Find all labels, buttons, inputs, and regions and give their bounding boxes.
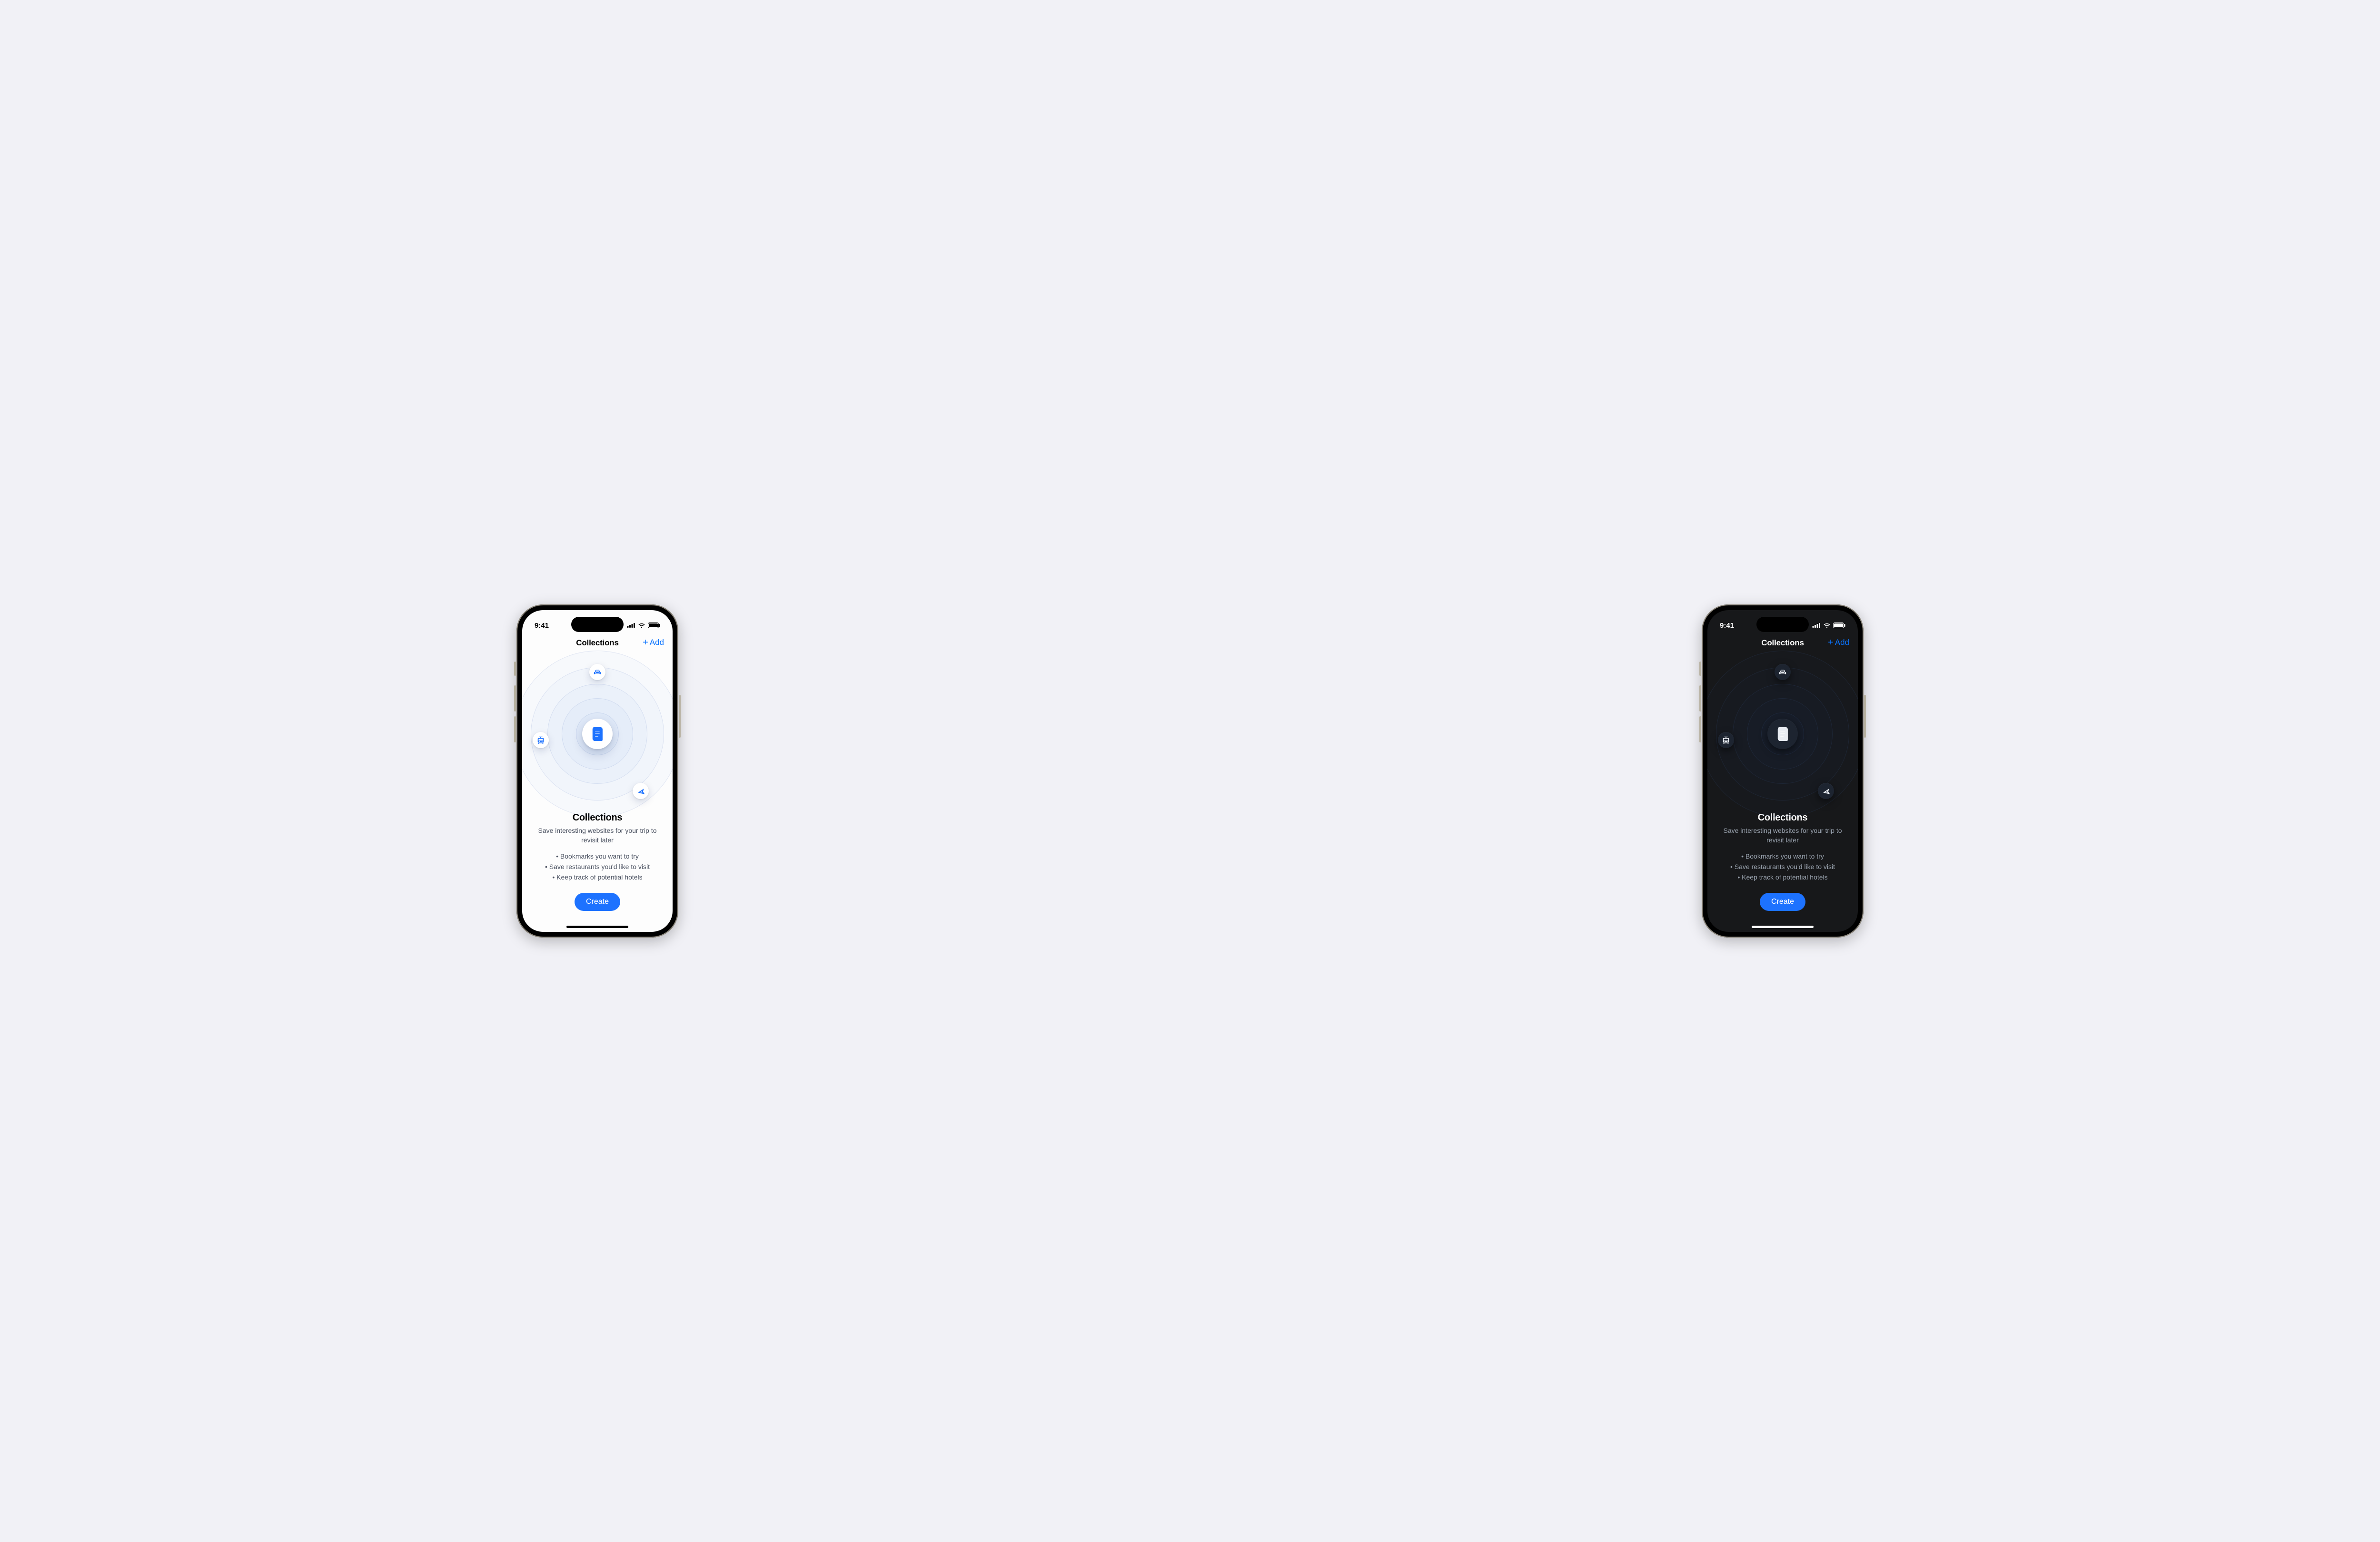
phone-frame-dark: 9:41 Collections + Add — [1702, 604, 1864, 938]
phone-power-button — [679, 695, 681, 738]
home-indicator — [566, 926, 628, 928]
bullet-item: Keep track of potential hotels — [545, 872, 650, 883]
phone-mute-switch — [514, 662, 516, 676]
tram-icon — [533, 732, 549, 748]
radar-illustration — [1707, 655, 1858, 812]
bullet-item: Save restaurants you'd like to visit — [1730, 862, 1835, 872]
nav-title: Collections — [576, 638, 618, 648]
phone-volume-up — [514, 685, 516, 712]
dynamic-island — [571, 617, 624, 632]
feature-bullets: Bookmarks you want to try Save restauran… — [545, 851, 650, 882]
tram-icon — [1718, 732, 1734, 748]
empty-state-content: Collections Save interesting websites fo… — [1707, 812, 1858, 932]
empty-state-content: Collections Save interesting websites fo… — [522, 812, 673, 932]
content-subtitle: Save interesting websites for your trip … — [529, 826, 666, 845]
car-icon — [589, 664, 605, 680]
status-time: 9:41 — [1720, 622, 1734, 630]
status-time: 9:41 — [535, 622, 549, 630]
create-button[interactable]: Create — [1760, 893, 1805, 911]
phone-power-button — [1864, 695, 1866, 738]
add-button-label: Add — [650, 638, 664, 647]
bullet-item: Bookmarks you want to try — [545, 851, 650, 862]
document-icon — [1767, 719, 1798, 749]
phone-volume-down — [1699, 716, 1701, 742]
phone-volume-down — [514, 716, 516, 742]
plus-icon: + — [643, 638, 648, 647]
nav-title: Collections — [1761, 638, 1804, 648]
feature-bullets: Bookmarks you want to try Save restauran… — [1730, 851, 1835, 882]
bullet-item: Keep track of potential hotels — [1730, 872, 1835, 883]
wifi-icon — [638, 623, 645, 628]
battery-icon — [648, 623, 660, 628]
content-subtitle: Save interesting websites for your trip … — [1714, 826, 1851, 845]
dark-mode-panel: 9:41 Collections + Add — [1195, 10, 2370, 1532]
light-mode-panel: 9:41 Collections + Add — [10, 10, 1185, 1532]
document-icon — [582, 719, 613, 749]
plus-icon: + — [1828, 638, 1834, 647]
cellular-icon — [1812, 623, 1821, 628]
phone-mute-switch — [1699, 662, 1701, 676]
add-button-label: Add — [1835, 638, 1849, 647]
phone-frame-light: 9:41 Collections + Add — [516, 604, 678, 938]
home-indicator — [1752, 926, 1814, 928]
phone-volume-up — [1699, 685, 1701, 712]
dynamic-island — [1756, 617, 1809, 632]
plane-icon — [633, 783, 649, 799]
add-button[interactable]: + Add — [643, 638, 664, 647]
navigation-bar: Collections + Add — [1707, 634, 1858, 651]
add-button[interactable]: + Add — [1828, 638, 1849, 647]
bullet-item: Bookmarks you want to try — [1730, 851, 1835, 862]
wifi-icon — [1823, 623, 1831, 628]
plane-icon — [1818, 783, 1834, 799]
create-button[interactable]: Create — [575, 893, 620, 911]
cellular-icon — [627, 623, 635, 628]
radar-illustration — [522, 655, 673, 812]
navigation-bar: Collections + Add — [522, 634, 673, 651]
car-icon — [1775, 664, 1791, 680]
battery-icon — [1833, 623, 1845, 628]
bullet-item: Save restaurants you'd like to visit — [545, 862, 650, 872]
